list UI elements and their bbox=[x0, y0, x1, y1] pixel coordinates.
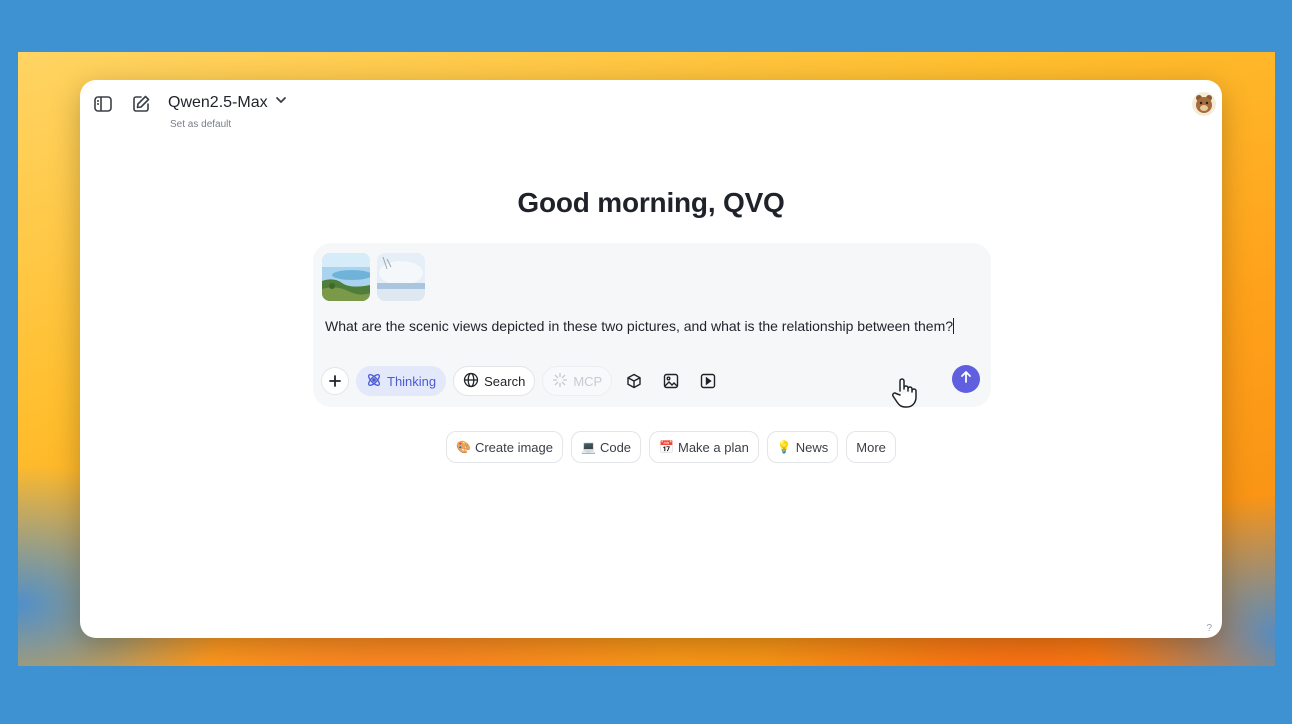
text-caret bbox=[953, 318, 955, 334]
chat-window: Qwen2.5-Max Set as default Good morning,… bbox=[80, 80, 1222, 638]
atom-icon bbox=[366, 372, 382, 391]
top-bar: Qwen2.5-Max Set as default bbox=[80, 80, 1222, 140]
cube-icon[interactable] bbox=[619, 366, 649, 396]
laptop-icon: 💻 bbox=[581, 440, 596, 454]
suggestion-label: Make a plan bbox=[677, 439, 749, 455]
new-chat-icon[interactable] bbox=[128, 91, 154, 117]
send-button[interactable] bbox=[952, 365, 980, 393]
prompt-text: What are the scenic views depicted in th… bbox=[325, 318, 954, 334]
suggestion-label: Code bbox=[599, 439, 632, 455]
prompt-input[interactable]: What are the scenic views depicted in th… bbox=[325, 318, 955, 334]
calendar-icon: 📅 bbox=[659, 440, 674, 454]
thinking-toggle-button[interactable]: Thinking bbox=[356, 366, 447, 396]
attached-image-thumbnail[interactable] bbox=[377, 253, 425, 301]
avatar[interactable] bbox=[1192, 92, 1216, 116]
arrow-up-icon bbox=[959, 370, 973, 389]
suggestion-make-a-plan[interactable]: 📅 Make a plan bbox=[649, 431, 759, 463]
chevron-down-icon bbox=[274, 93, 288, 112]
suggestion-label: News bbox=[795, 439, 829, 455]
video-icon[interactable] bbox=[693, 366, 723, 396]
suggestion-more[interactable]: More bbox=[846, 431, 896, 463]
image-icon[interactable] bbox=[656, 366, 686, 396]
suggestion-code[interactable]: 💻 Code bbox=[571, 431, 642, 463]
message-composer: What are the scenic views depicted in th… bbox=[313, 243, 991, 407]
globe-icon bbox=[463, 372, 479, 391]
suggestion-create-image[interactable]: 🎨 Create image bbox=[446, 431, 563, 463]
pointer-hand-cursor-icon bbox=[891, 377, 919, 409]
attached-image-thumbnail[interactable] bbox=[322, 253, 370, 301]
search-toggle-button[interactable]: Search bbox=[453, 366, 536, 396]
mcp-icon bbox=[552, 372, 568, 391]
model-selector[interactable]: Qwen2.5-Max bbox=[168, 93, 288, 112]
composer-toolbar: Thinking Search MCP bbox=[321, 366, 723, 396]
palette-icon: 🎨 bbox=[456, 440, 471, 454]
suggestion-label: More bbox=[856, 439, 886, 455]
lightbulb-icon: 💡 bbox=[776, 440, 792, 454]
search-label: Search bbox=[484, 373, 526, 389]
suggestion-chips: 🎨 Create image 💻 Code 📅 Make a plan 💡 Ne… bbox=[446, 431, 896, 463]
set-as-default-link[interactable]: Set as default bbox=[170, 119, 231, 130]
add-attachment-button[interactable] bbox=[321, 367, 349, 395]
help-icon[interactable]: ? bbox=[1206, 623, 1212, 634]
suggestion-label: Create image bbox=[474, 439, 553, 455]
suggestion-news[interactable]: 💡 News bbox=[766, 431, 839, 463]
model-name: Qwen2.5-Max bbox=[168, 93, 268, 111]
sidebar-toggle-icon[interactable] bbox=[90, 91, 116, 117]
thinking-label: Thinking bbox=[387, 373, 437, 389]
greeting-heading: Good morning, QVQ bbox=[517, 187, 785, 218]
mcp-label: MCP bbox=[573, 373, 603, 389]
mcp-toggle-button[interactable]: MCP bbox=[542, 366, 613, 396]
